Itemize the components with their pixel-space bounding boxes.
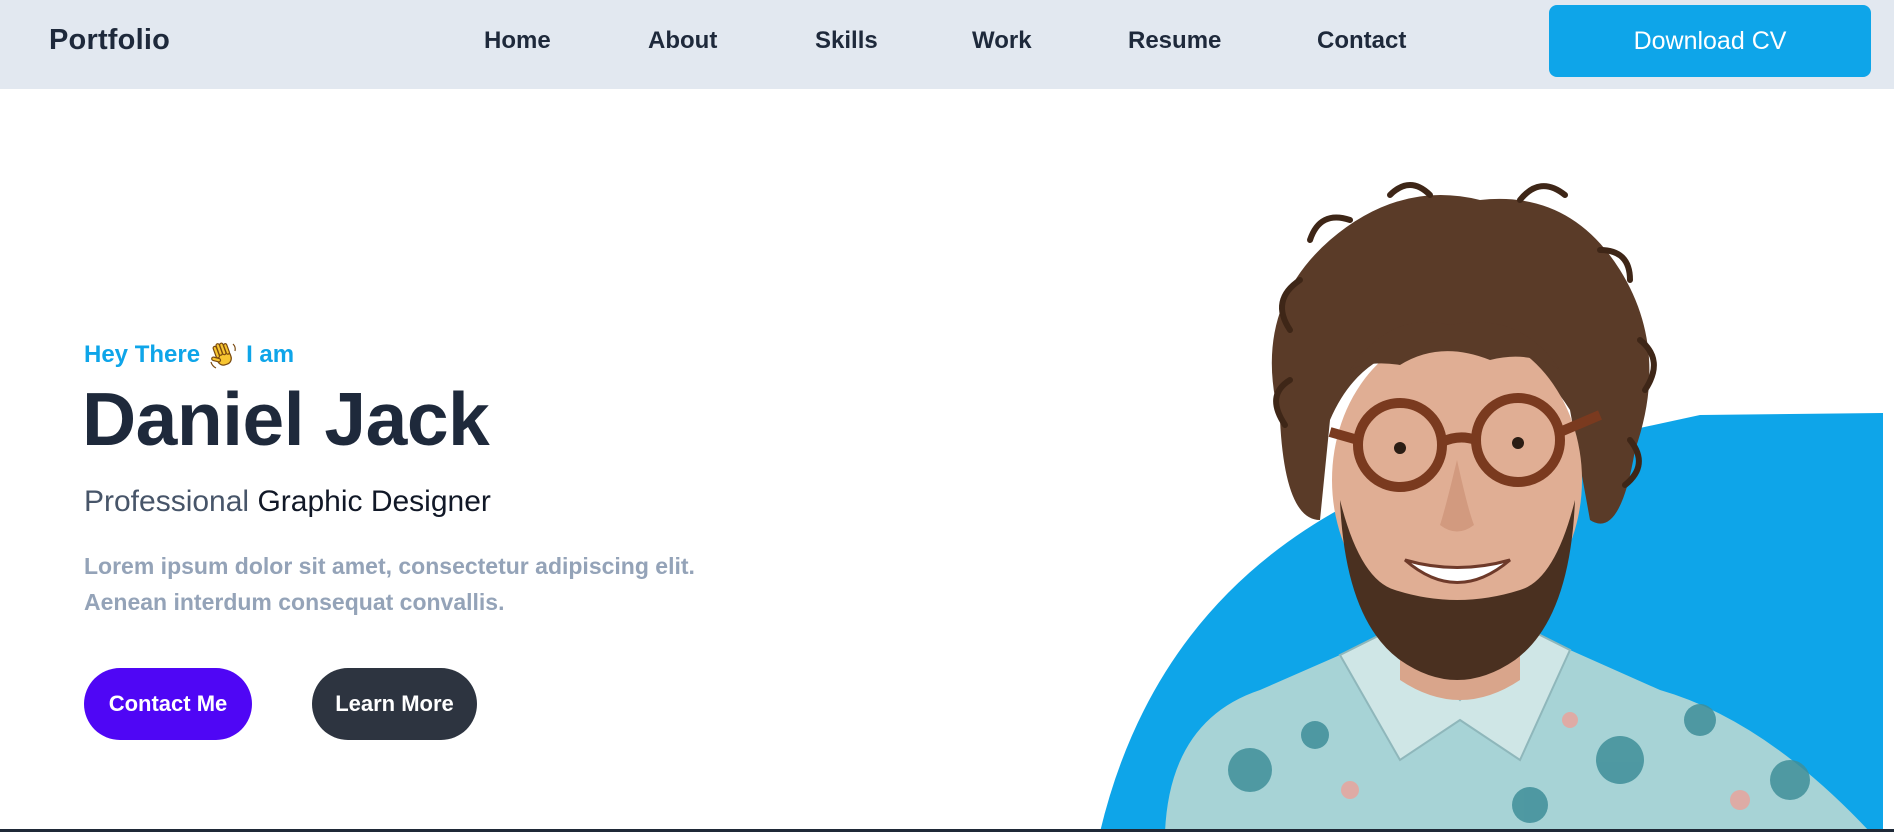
learn-more-button[interactable]: Learn More xyxy=(312,668,477,740)
subtitle-light: Professional xyxy=(84,485,250,518)
nav-link-about[interactable]: About xyxy=(648,27,717,55)
greeting-text: Hey There xyxy=(84,341,201,368)
download-cv-button[interactable]: Download CV xyxy=(1549,5,1871,77)
hero-greeting: Hey There I am xyxy=(84,340,294,370)
subtitle-dark: Graphic Designer xyxy=(257,485,491,518)
nav-link-resume[interactable]: Resume xyxy=(1128,27,1221,55)
nav-link-contact[interactable]: Contact xyxy=(1317,27,1406,55)
waving-hand-icon xyxy=(208,340,238,370)
nav-link-home[interactable]: Home xyxy=(484,27,551,55)
contact-me-button[interactable]: Contact Me xyxy=(84,668,252,740)
hero-description: Lorem ipsum dolor sit amet, consectetur … xyxy=(84,548,784,620)
greeting-suffix: I am xyxy=(246,341,295,368)
description-line-1: Lorem ipsum dolor sit amet, consectetur … xyxy=(84,553,695,579)
hero-name: Daniel Jack xyxy=(82,377,490,461)
nav-link-skills[interactable]: Skills xyxy=(815,27,878,55)
brand-logo[interactable]: Portfolio xyxy=(49,24,170,57)
hero-subtitle: Professional Graphic Designer xyxy=(84,485,491,519)
nav-link-work[interactable]: Work xyxy=(972,27,1032,55)
hero-portrait xyxy=(1100,182,1883,832)
navbar: Portfolio Home About Skills Work Resume … xyxy=(0,0,1894,89)
description-line-2: Aenean interdum consequat convallis. xyxy=(84,589,505,615)
